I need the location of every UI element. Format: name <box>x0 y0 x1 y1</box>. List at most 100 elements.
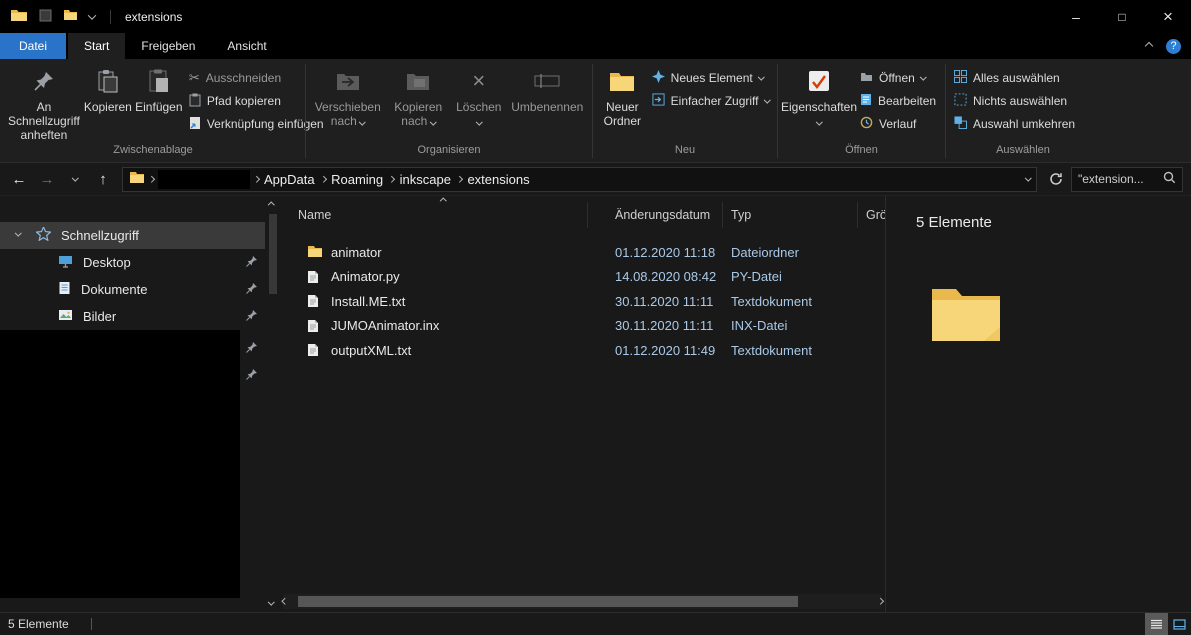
select-all-button[interactable]: Alles auswählen <box>950 68 1079 88</box>
file-row-jumoanimator[interactable]: JUMOAnimator.inx 30.11.2020 11:11 INX-Da… <box>281 314 885 339</box>
delete-chevron-icon <box>476 118 482 124</box>
status-bar: 5 Elemente <box>0 612 1191 635</box>
scrollbar-thumb[interactable] <box>298 596 798 607</box>
expander-icon[interactable] <box>15 230 21 236</box>
search-value: "extension... <box>1078 172 1159 186</box>
file-date: 30.11.2020 11:11 <box>615 294 731 309</box>
file-row-install-me[interactable]: Install.ME.txt 30.11.2020 11:11 Textdoku… <box>281 289 885 314</box>
sidebar-scrollbar[interactable] <box>265 196 281 612</box>
select-all-icon <box>954 70 967 86</box>
new-group-label: Neu <box>594 143 776 162</box>
select-none-button[interactable]: Nichts auswählen <box>950 91 1079 111</box>
history-button[interactable]: Verlauf <box>856 114 940 134</box>
file-name: Install.ME.txt <box>331 294 615 309</box>
invert-selection-label: Auswahl umkehren <box>973 117 1075 131</box>
sidebar-item-quick-access[interactable]: Schnellzugriff <box>0 222 265 249</box>
easy-access-button[interactable]: Einfacher Zugriff <box>648 91 773 111</box>
address-field[interactable]: AppData Roaming inkscape extensions <box>122 167 1037 192</box>
details-view-button[interactable] <box>1145 613 1168 635</box>
scroll-down-icon[interactable] <box>268 598 274 604</box>
file-date: 01.12.2020 11:18 <box>615 245 731 260</box>
new-folder-button[interactable]: Neuer Ordner <box>597 62 648 142</box>
paste-button[interactable]: Einfügen <box>133 62 185 142</box>
close-button[interactable]: × <box>1145 0 1191 33</box>
crumb-separator-icon <box>388 176 394 182</box>
up-button[interactable]: ↑ <box>90 166 116 192</box>
tab-freigeben[interactable]: Freigeben <box>125 33 211 59</box>
column-header-name[interactable]: Name <box>281 202 588 228</box>
tab-start[interactable]: Start <box>68 33 125 59</box>
pin-icon <box>245 368 258 384</box>
preview-folder-icon <box>930 283 1191 346</box>
cut-label: Ausschneiden <box>206 71 281 85</box>
organize-group-label: Organisieren <box>307 143 591 162</box>
copy-to-button[interactable]: Kopieren nach <box>385 62 451 142</box>
properties-button[interactable]: Eigenschaften <box>782 62 856 142</box>
tab-ansicht[interactable]: Ansicht <box>211 33 282 59</box>
copy-button[interactable]: Kopieren <box>83 62 133 142</box>
sidebar-item-pictures[interactable]: Bilder <box>0 303 265 330</box>
pictures-label: Bilder <box>83 309 116 324</box>
file-row-outputxml[interactable]: outputXML.txt 01.12.2020 11:49 Textdokum… <box>281 338 885 363</box>
help-icon[interactable]: ? <box>1166 39 1181 54</box>
scroll-up-icon[interactable] <box>268 202 274 208</box>
redacted-user-crumb <box>158 170 250 189</box>
forward-button[interactable]: → <box>34 166 60 192</box>
delete-icon: × <box>472 66 485 96</box>
move-to-button[interactable]: Verschieben nach <box>310 62 385 142</box>
back-button[interactable]: ← <box>6 166 32 192</box>
scrollbar-thumb[interactable] <box>269 214 277 294</box>
tab-datei[interactable]: Datei <box>0 33 66 59</box>
open-icon <box>860 71 873 85</box>
file-icon <box>307 294 323 308</box>
sidebar-item-desktop[interactable]: Desktop <box>0 249 265 276</box>
column-header-date[interactable]: Änderungsdatum <box>588 202 723 228</box>
new-item-button[interactable]: Neues Element <box>648 68 773 88</box>
file-row-animator-py[interactable]: Animator.py 14.08.2020 08:42 PY-Datei <box>281 265 885 290</box>
column-header-type[interactable]: Typ <box>723 202 858 228</box>
breadcrumb-appdata[interactable]: AppData <box>262 172 317 187</box>
file-icon <box>307 270 323 284</box>
large-icons-view-button[interactable] <box>1168 613 1191 635</box>
edit-button[interactable]: Bearbeiten <box>856 91 940 111</box>
qat-new-folder-icon[interactable] <box>63 9 78 24</box>
breadcrumb-roaming[interactable]: Roaming <box>329 172 385 187</box>
minimize-button[interactable]: – <box>1053 0 1099 33</box>
open-button[interactable]: Öffnen <box>856 68 940 88</box>
search-icon <box>1163 171 1176 187</box>
column-headers: Name Änderungsdatum Typ Größe <box>281 202 885 228</box>
open-label: Öffnen <box>879 71 915 85</box>
ribbon-separator <box>777 64 778 158</box>
horizontal-scrollbar[interactable] <box>283 594 882 609</box>
breadcrumb-inkscape[interactable]: inkscape <box>398 172 453 187</box>
preview-pane: 5 Elemente <box>885 196 1191 612</box>
copy-to-chevron-icon <box>430 118 436 124</box>
file-name: outputXML.txt <box>331 343 615 358</box>
edit-label: Bearbeiten <box>878 94 936 108</box>
navigation-pane: Schnellzugriff Desktop Dokumente <box>0 196 265 612</box>
maximize-button[interactable]: □ <box>1099 0 1145 33</box>
invert-selection-button[interactable]: Auswahl umkehren <box>950 114 1079 134</box>
search-input[interactable]: "extension... <box>1071 167 1183 192</box>
ribbon-group-select: Alles auswählen Nichts auswählen Auswahl… <box>947 60 1099 162</box>
ribbon-separator <box>305 64 306 158</box>
pin-to-quick-access-button[interactable]: An Schnellzugriff anheften <box>5 62 83 142</box>
breadcrumb-extensions[interactable]: extensions <box>465 172 531 187</box>
qat-customize-chevron-icon[interactable] <box>88 11 96 19</box>
pin-icon <box>245 309 258 325</box>
scroll-left-icon[interactable] <box>282 598 288 604</box>
column-header-size[interactable]: Größe <box>858 202 885 228</box>
ribbon-group-open: Eigenschaften Öffnen Bearbeite <box>779 60 944 162</box>
delete-button[interactable]: × Löschen <box>451 62 507 142</box>
qat-properties-icon[interactable] <box>39 9 52 25</box>
file-row-animator[interactable]: animator 01.12.2020 11:18 Dateiordner <box>281 240 885 265</box>
new-item-chevron-icon <box>758 73 764 79</box>
properties-label: Eigenschaften <box>781 100 857 114</box>
recent-locations-chevron[interactable] <box>62 166 88 192</box>
sidebar-item-documents[interactable]: Dokumente <box>0 276 265 303</box>
minimize-ribbon-icon[interactable] <box>1145 42 1153 50</box>
rename-button[interactable]: Umbenennen <box>507 62 588 142</box>
refresh-button[interactable] <box>1043 166 1069 192</box>
scroll-right-icon[interactable] <box>877 598 883 604</box>
address-history-chevron[interactable] <box>1025 174 1031 180</box>
